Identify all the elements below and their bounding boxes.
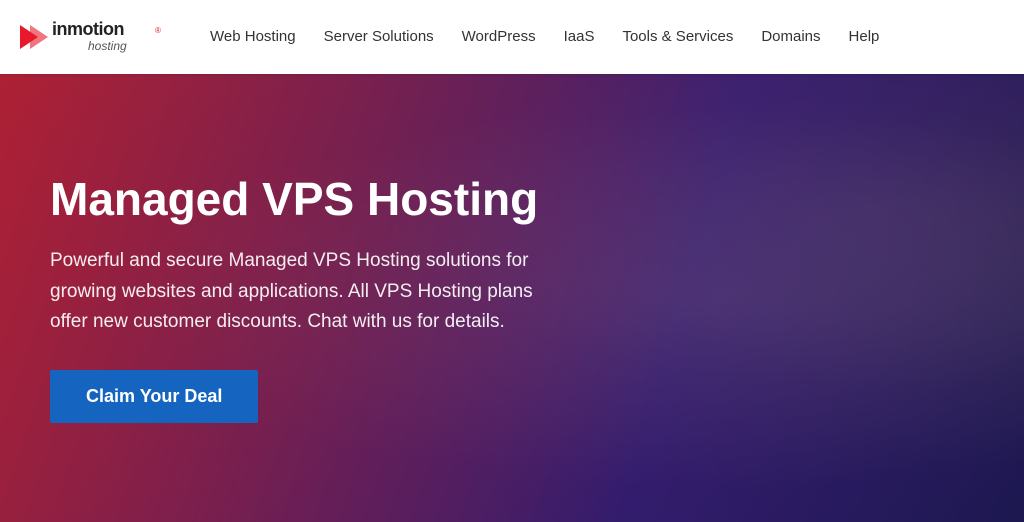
navbar: inmotion hosting ® Web Hosting Server So… — [0, 0, 1024, 74]
nav-item-iaas[interactable]: IaaS — [564, 28, 595, 46]
nav-links: Web Hosting Server Solutions WordPress I… — [210, 28, 879, 46]
logo[interactable]: inmotion hosting ® — [20, 13, 180, 61]
nav-item-tools-services[interactable]: Tools & Services — [622, 28, 733, 46]
hero-subtitle: Powerful and secure Managed VPS Hosting … — [50, 246, 550, 337]
svg-text:inmotion: inmotion — [52, 19, 124, 39]
hero-title: Managed VPS Hosting — [50, 173, 550, 226]
hero-section: Managed VPS Hosting Powerful and secure … — [0, 74, 1024, 522]
svg-text:®: ® — [155, 26, 161, 35]
nav-item-domains[interactable]: Domains — [761, 28, 820, 46]
svg-text:hosting: hosting — [88, 39, 127, 53]
claim-deal-button[interactable]: Claim Your Deal — [50, 370, 258, 423]
nav-item-web-hosting[interactable]: Web Hosting — [210, 28, 296, 46]
nav-item-wordpress[interactable]: WordPress — [462, 28, 536, 46]
nav-item-server-solutions[interactable]: Server Solutions — [324, 28, 434, 46]
nav-item-help[interactable]: Help — [849, 28, 880, 46]
hero-content: Managed VPS Hosting Powerful and secure … — [0, 133, 600, 462]
